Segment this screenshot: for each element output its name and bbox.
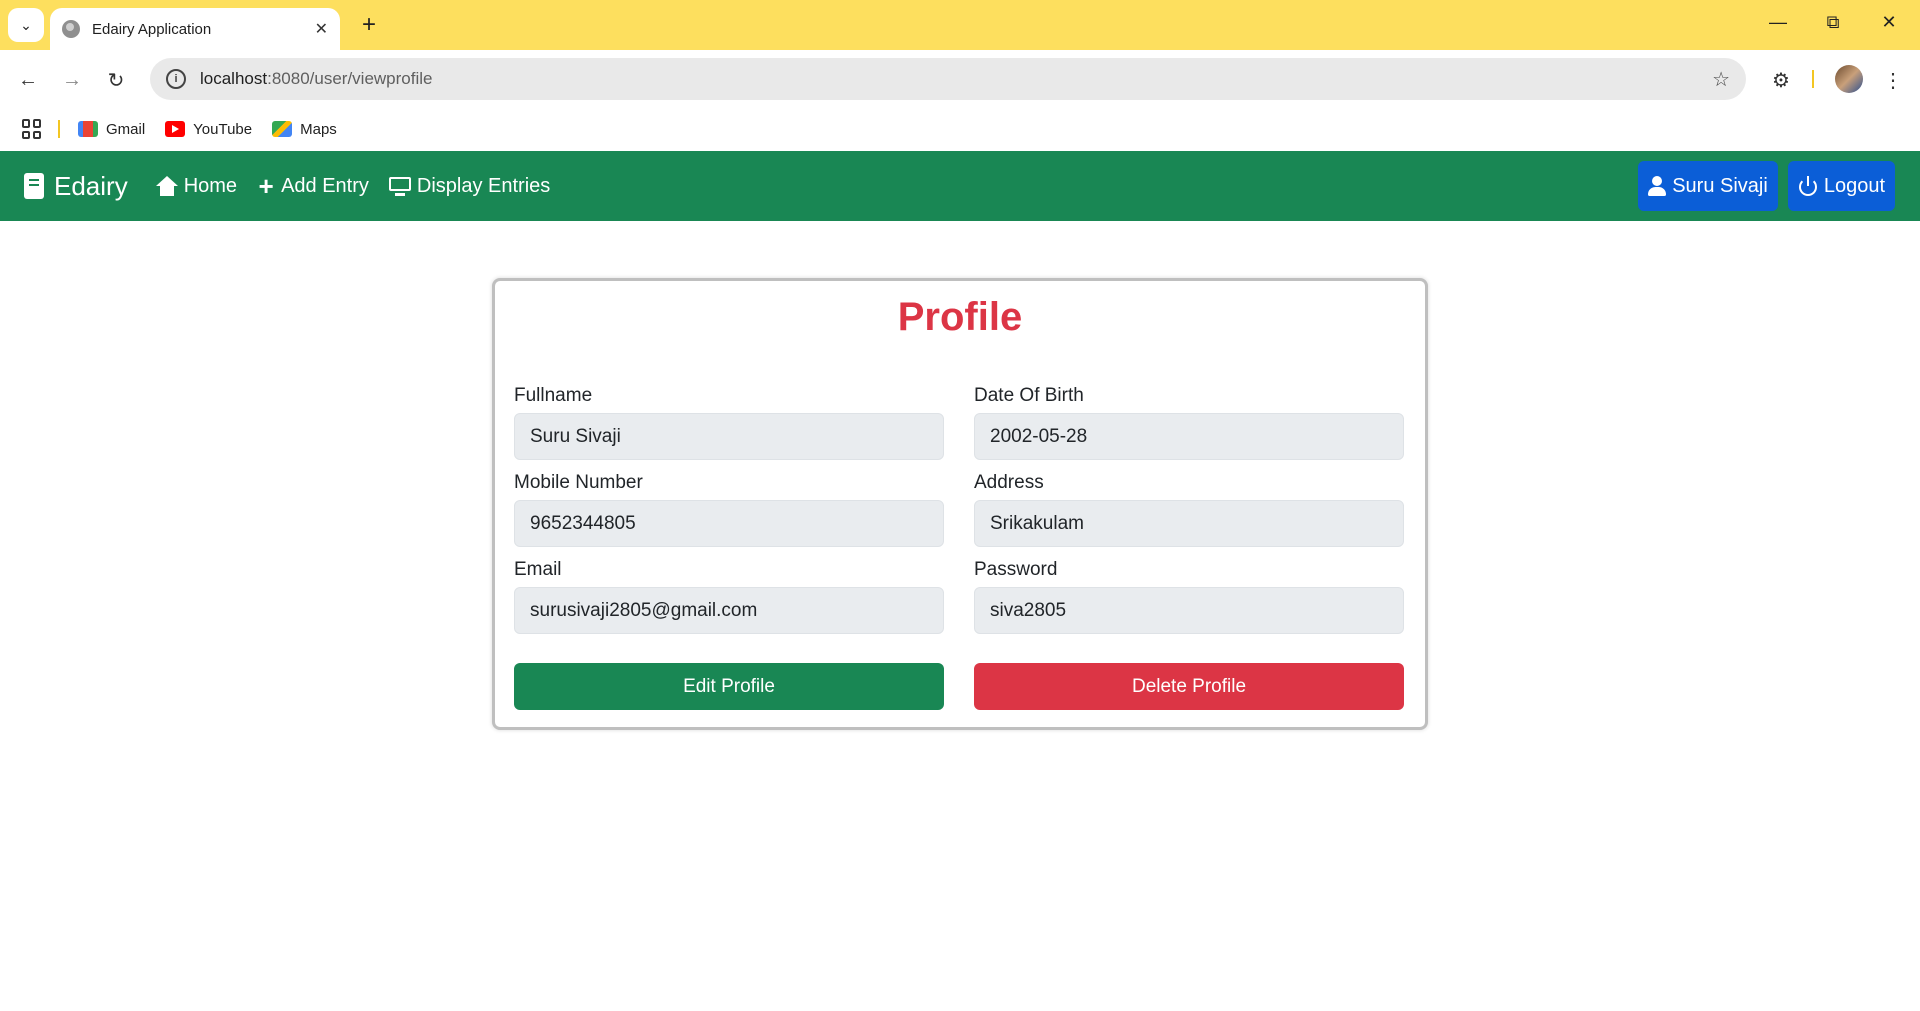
book-icon <box>24 173 44 199</box>
menu-dots-icon[interactable]: ⋮ <box>1877 64 1909 96</box>
logout-button[interactable]: Logout <box>1787 161 1895 211</box>
bookmarks-divider <box>58 120 60 138</box>
power-icon <box>1798 176 1818 196</box>
address-group: Address Srikakulam <box>974 472 1404 547</box>
browser-tab[interactable]: Edairy Application ✕ <box>50 8 340 50</box>
password-group: Password siva2805 <box>974 559 1404 634</box>
nav-add-entry[interactable]: + Add Entry <box>257 170 368 202</box>
password-field[interactable]: siva2805 <box>974 587 1404 634</box>
fullname-label: Fullname <box>514 385 593 406</box>
chevron-down-icon: ⌄ <box>20 16 32 33</box>
bookmark-gmail[interactable]: Gmail <box>78 121 145 138</box>
brand-link[interactable]: Edairy <box>24 171 128 202</box>
bookmark-star-icon[interactable]: ☆ <box>1712 67 1730 92</box>
monitor-icon <box>388 176 411 196</box>
back-button[interactable]: ← <box>12 64 44 96</box>
nav-home[interactable]: Home <box>155 175 237 198</box>
reload-button[interactable]: ↻ <box>100 64 132 96</box>
address-label: Address <box>974 472 1044 493</box>
forward-button[interactable]: → <box>56 64 88 96</box>
delete-profile-button[interactable]: Delete Profile <box>974 663 1404 710</box>
url-text: localhost:8080/user/viewprofile <box>200 69 433 88</box>
fullname-group: Fullname Suru Sivaji <box>514 385 944 460</box>
profile-card: Profile Fullname Suru Sivaji Date Of Bir… <box>492 278 1428 730</box>
extensions-icon[interactable]: ⚙ <box>1765 64 1797 96</box>
edit-profile-button[interactable]: Edit Profile <box>514 663 944 710</box>
email-label: Email <box>514 559 562 580</box>
email-group: Email surusivaji2805@gmail.com <box>514 559 944 634</box>
tab-title: Edairy Application <box>92 20 212 38</box>
address-field[interactable]: Srikakulam <box>974 500 1404 547</box>
navbar-actions: Suru Sivaji Logout <box>1638 161 1895 211</box>
minimize-button[interactable]: — <box>1763 12 1793 33</box>
brand-name: Edairy <box>54 170 128 201</box>
youtube-icon <box>165 121 186 137</box>
gmail-icon <box>78 121 98 137</box>
mobile-group: Mobile Number 9652344805 <box>514 472 944 547</box>
home-icon <box>155 176 178 196</box>
bookmark-maps[interactable]: Maps <box>272 121 337 138</box>
profile-title: Profile <box>897 295 1023 339</box>
new-tab-button[interactable]: + <box>354 10 384 40</box>
dob-group: Date Of Birth 2002-05-28 <box>974 385 1404 460</box>
tab-search-button[interactable]: ⌄ <box>8 8 44 42</box>
close-tab-icon[interactable]: ✕ <box>315 19 328 39</box>
app-navbar: Edairy Home + Add Entry Display Entries … <box>0 151 1920 221</box>
maps-icon <box>272 121 293 137</box>
restore-button[interactable]: ⧉ <box>1818 12 1848 33</box>
dob-field[interactable]: 2002-05-28 <box>974 413 1404 460</box>
globe-icon <box>62 20 80 38</box>
browser-toolbar: ← → ↻ i localhost:8080/user/viewprofile … <box>0 50 1920 108</box>
dob-label: Date Of Birth <box>974 385 1084 406</box>
address-bar[interactable]: i localhost:8080/user/viewprofile ☆ <box>150 58 1746 100</box>
mobile-field[interactable]: 9652344805 <box>514 500 944 547</box>
user-icon <box>1648 176 1667 196</box>
fullname-field[interactable]: Suru Sivaji <box>514 413 944 460</box>
user-profile-button[interactable]: Suru Sivaji <box>1638 161 1778 211</box>
site-info-icon[interactable]: i <box>166 69 186 89</box>
password-label: Password <box>974 559 1058 580</box>
browser-tab-bar: ⌄ Edairy Application ✕ + — ⧉ ✕ <box>0 0 1920 50</box>
plus-icon: + <box>258 170 274 201</box>
email-field[interactable]: surusivaji2805@gmail.com <box>514 587 944 634</box>
window-close-button[interactable]: ✕ <box>1874 12 1904 33</box>
nav-display-entries[interactable]: Display Entries <box>388 175 550 198</box>
mobile-label: Mobile Number <box>514 472 643 493</box>
bookmark-youtube[interactable]: YouTube <box>165 121 252 138</box>
profile-avatar[interactable] <box>1835 65 1863 93</box>
bookmarks-bar: Gmail YouTube Maps <box>0 108 1920 150</box>
toolbar-divider <box>1812 70 1814 88</box>
apps-grid-icon[interactable] <box>22 119 42 139</box>
